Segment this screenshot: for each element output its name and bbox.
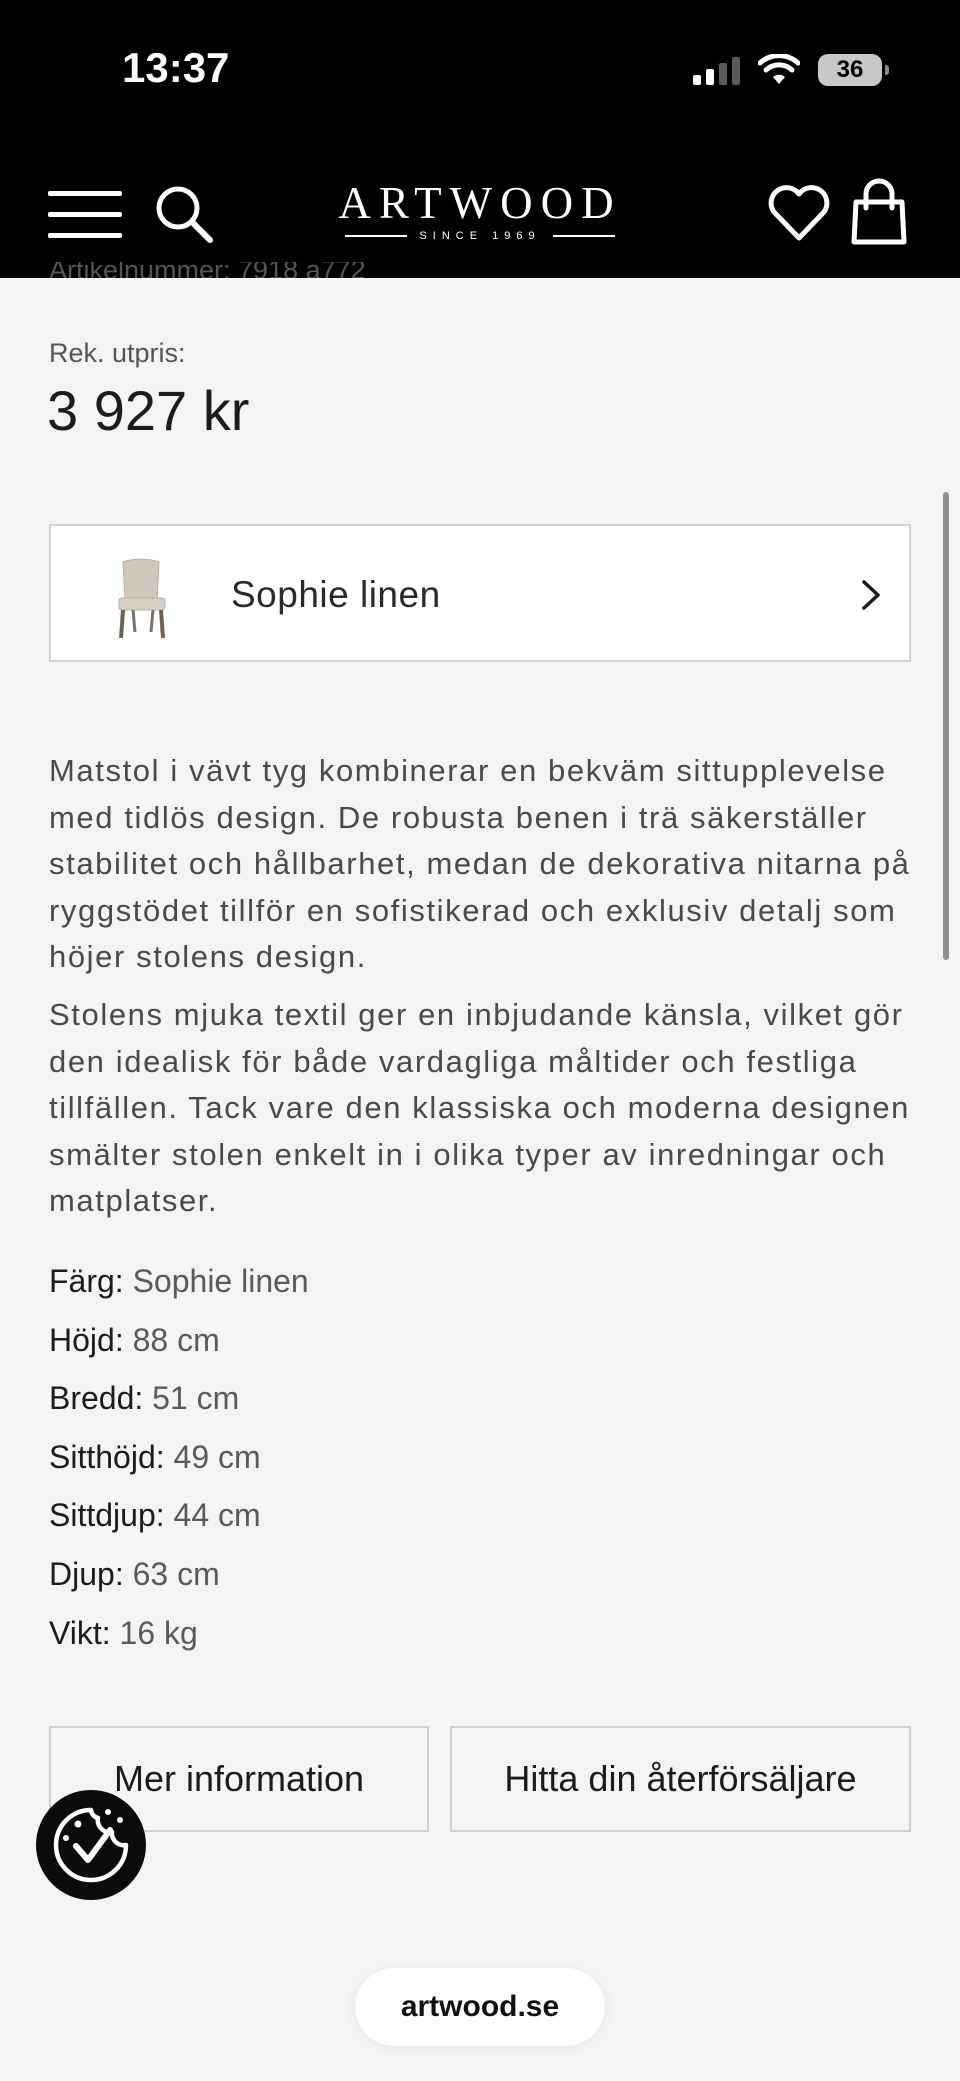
battery-icon: 36 [818, 54, 889, 86]
browser-url-bar[interactable]: artwood.se [355, 1968, 605, 2046]
spec-row: Sittdjup: 44 cm [49, 1486, 309, 1545]
spec-row: Sitthöjd: 49 cm [49, 1428, 309, 1487]
cookie-consent-icon [53, 1807, 129, 1883]
spec-key: Färg: [49, 1263, 124, 1299]
status-icons: 36 [693, 52, 889, 88]
status-bar: 13:37 36 [0, 0, 960, 150]
spec-key: Djup: [49, 1555, 124, 1592]
spec-value: Sophie linen [132, 1263, 309, 1299]
product-price: 3 927 kr [47, 379, 250, 442]
product-description-2: Stolens mjuka textil ger en inbjudande k… [49, 997, 911, 1218]
cellular-signal-icon [693, 55, 740, 85]
spec-key: Sittdjup: [49, 1497, 165, 1534]
wifi-icon [758, 54, 800, 84]
logo-tagline: SINCE 1969 [330, 230, 630, 242]
status-time: 13:37 [122, 44, 230, 91]
spec-key: Sitthöjd: [49, 1438, 165, 1475]
spec-value: 88 cm [132, 1321, 220, 1358]
spec-row: Vikt: 16 kg [49, 1604, 309, 1663]
spec-row: Djup: 63 cm [49, 1545, 309, 1604]
artwood-logo[interactable]: ARTWOOD SINCE 1969 [330, 180, 630, 250]
spec-value: 51 cm [152, 1380, 240, 1417]
spec-key: Vikt: [49, 1614, 111, 1651]
spec-value: 16 kg [119, 1614, 198, 1651]
spec-row: Höjd: 88 cm [49, 1311, 309, 1370]
spec-value: 44 cm [173, 1497, 261, 1534]
article-number: Artikelnummer: 7918 a772 [49, 262, 366, 278]
site-header: ARTWOOD SINCE 1969 [0, 150, 960, 278]
heart-icon[interactable] [766, 180, 832, 246]
logo-tagline-text: SINCE 1969 [419, 230, 541, 242]
chair-thumbnail-icon [118, 558, 166, 639]
spec-row: Bredd: 51 cm [49, 1369, 309, 1428]
search-icon[interactable] [150, 180, 220, 250]
spec-row: Färg: Sophie linen [49, 1252, 309, 1311]
product-description-1: Matstol i vävt tyg kombinerar en bekväm … [49, 753, 911, 974]
price-label: Rek. utpris: [49, 338, 186, 368]
spec-value: 49 cm [173, 1438, 261, 1475]
find-dealer-button[interactable]: Hitta din återförsäljare [450, 1726, 911, 1832]
spec-list: Färg: Sophie linen Höjd: 88 cm Bredd: 51… [49, 1252, 309, 1662]
spec-value: 63 cm [132, 1555, 220, 1592]
logo-wordmark: ARTWOOD [338, 178, 622, 228]
variant-label: Sophie linen [231, 574, 441, 615]
spec-key: Höjd: [49, 1321, 124, 1358]
scrollbar[interactable] [943, 492, 949, 960]
variant-selector[interactable]: Sophie linen [49, 524, 911, 662]
chevron-right-icon [862, 580, 880, 610]
cookie-consent-button[interactable] [36, 1790, 146, 1900]
shopping-bag-icon[interactable] [846, 176, 912, 248]
spec-key: Bredd: [49, 1380, 144, 1417]
hamburger-menu-icon[interactable] [48, 186, 124, 242]
